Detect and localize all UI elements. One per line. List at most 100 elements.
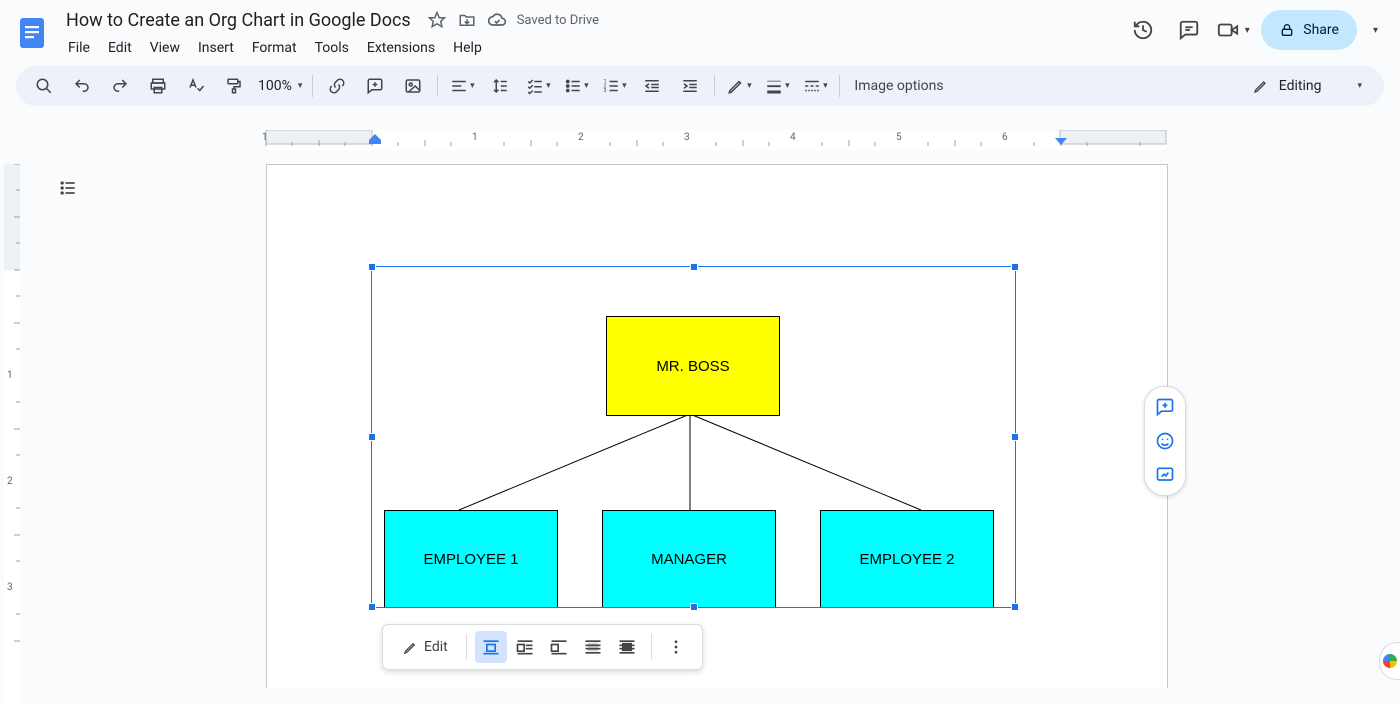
chevron-down-icon: ▾	[821, 81, 828, 91]
comments-button[interactable]	[1169, 10, 1209, 50]
search-button[interactable]	[26, 72, 62, 100]
emoji-react-button[interactable]	[1151, 427, 1179, 455]
move-icon[interactable]	[457, 10, 477, 30]
meet-button[interactable]: ▾	[1215, 10, 1255, 50]
emoji-icon	[1155, 431, 1175, 451]
history-button[interactable]	[1123, 10, 1163, 50]
share-label: Share	[1303, 22, 1339, 38]
front-text-button[interactable]	[611, 631, 643, 663]
right-indent-marker[interactable]	[1053, 138, 1069, 150]
share-dropdown[interactable]: ▾	[1363, 10, 1388, 50]
insert-comment-button[interactable]	[357, 72, 393, 100]
menu-extensions[interactable]: Extensions	[359, 36, 443, 60]
wrap-inline-button[interactable]	[475, 631, 507, 663]
spellcheck-button[interactable]	[178, 72, 214, 100]
bullet-list-icon	[564, 77, 582, 95]
zoom-select[interactable]: 100%▾	[254, 78, 306, 94]
more-vertical-icon	[667, 638, 685, 656]
paint-format-button[interactable]	[216, 72, 252, 100]
wrap-text-button[interactable]	[509, 631, 541, 663]
menu-file[interactable]: File	[60, 36, 98, 60]
chevron-down-icon: ▾	[296, 81, 303, 91]
outline-icon	[58, 178, 78, 198]
show-outline-button[interactable]	[52, 172, 84, 204]
ruler-number: 1	[7, 370, 13, 381]
paint-roller-icon	[225, 77, 243, 95]
share-button[interactable]: Share	[1261, 10, 1357, 50]
chevron-down-icon: ▾	[468, 81, 475, 91]
resize-handle-tr[interactable]	[1011, 263, 1019, 271]
add-comment-side-button[interactable]	[1151, 393, 1179, 421]
redo-button[interactable]	[102, 72, 138, 100]
resize-handle-tm[interactable]	[690, 263, 698, 271]
edit-label: Edit	[424, 639, 448, 655]
title-column: How to Create an Org Chart in Google Doc…	[60, 6, 599, 60]
pencil-icon	[1253, 78, 1269, 94]
behind-text-button[interactable]	[577, 631, 609, 663]
chevron-down-icon: ▾	[544, 81, 551, 91]
print-button[interactable]	[140, 72, 176, 100]
horizontal-ruler[interactable]: 1 1 2 3 4 5 6 7	[20, 130, 1400, 150]
editing-mode-button[interactable]: Editing ▾	[1241, 72, 1374, 100]
separator	[651, 634, 652, 660]
document-canvas[interactable]: MR. BOSS EMPLOYEE 1 MANAGER EMPLOYEE 2 E…	[24, 150, 1400, 688]
camera-icon	[1217, 19, 1239, 41]
image-floating-toolbar: Edit	[382, 624, 703, 670]
menu-format[interactable]: Format	[244, 36, 305, 60]
vertical-ruler[interactable]: 1 2 3	[4, 164, 24, 688]
spellcheck-icon	[187, 77, 205, 95]
menu-help[interactable]: Help	[445, 36, 490, 60]
svg-text:3: 3	[604, 88, 607, 94]
menu-tools[interactable]: Tools	[307, 36, 357, 60]
edit-drawing-button[interactable]: Edit	[393, 639, 458, 655]
print-icon	[149, 77, 167, 95]
menu-view[interactable]: View	[142, 36, 188, 60]
suggest-edits-button[interactable]	[1151, 461, 1179, 489]
cloud-saved-icon[interactable]	[487, 10, 507, 30]
menu-edit[interactable]: Edit	[100, 36, 140, 60]
border-weight-button[interactable]: ▾	[759, 72, 795, 100]
title-row: How to Create an Org Chart in Google Doc…	[60, 6, 599, 34]
resize-handle-mr[interactable]	[1011, 433, 1019, 441]
comment-icon	[1178, 19, 1200, 41]
resize-handle-bm[interactable]	[690, 603, 698, 611]
selection-frame[interactable]	[371, 266, 1016, 608]
line-spacing-icon	[491, 77, 509, 95]
docs-logo[interactable]	[12, 6, 52, 60]
menu-insert[interactable]: Insert	[190, 36, 242, 60]
border-dash-button[interactable]: ▾	[797, 72, 833, 100]
line-spacing-button[interactable]	[482, 72, 518, 100]
left-indent-marker[interactable]	[367, 130, 383, 150]
side-action-panel	[1144, 386, 1186, 496]
resize-handle-tl[interactable]	[368, 263, 376, 271]
increase-indent-button[interactable]	[672, 72, 708, 100]
chevron-down-icon: ▾	[582, 81, 589, 91]
insert-link-button[interactable]	[319, 72, 355, 100]
border-color-button[interactable]: ▾	[721, 72, 757, 100]
checklist-icon	[526, 77, 544, 95]
insert-image-button[interactable]	[395, 72, 431, 100]
link-icon	[328, 77, 346, 95]
resize-handle-br[interactable]	[1011, 603, 1019, 611]
star-icon[interactable]	[427, 10, 447, 30]
menu-bar: File Edit View Insert Format Tools Exten…	[60, 36, 599, 60]
resize-handle-ml[interactable]	[368, 433, 376, 441]
align-button[interactable]: ▾	[444, 72, 480, 100]
save-status: Saved to Drive	[517, 13, 599, 28]
more-image-options-button[interactable]	[660, 631, 692, 663]
resize-handle-bl[interactable]	[368, 603, 376, 611]
border-dash-icon	[803, 77, 821, 95]
editing-label: Editing	[1279, 78, 1322, 94]
image-options-button[interactable]: Image options	[846, 78, 951, 94]
pen-icon	[727, 77, 745, 95]
break-text-button[interactable]	[543, 631, 575, 663]
bulleted-list-button[interactable]: ▾	[558, 72, 594, 100]
undo-icon	[73, 77, 91, 95]
decrease-indent-button[interactable]	[634, 72, 670, 100]
separator	[466, 634, 467, 660]
document-title[interactable]: How to Create an Org Chart in Google Doc…	[60, 8, 417, 33]
chevron-down-icon: ▾	[1241, 25, 1254, 36]
undo-button[interactable]	[64, 72, 100, 100]
checklist-button[interactable]: ▾	[520, 72, 556, 100]
numbered-list-button[interactable]: 123▾	[596, 72, 632, 100]
